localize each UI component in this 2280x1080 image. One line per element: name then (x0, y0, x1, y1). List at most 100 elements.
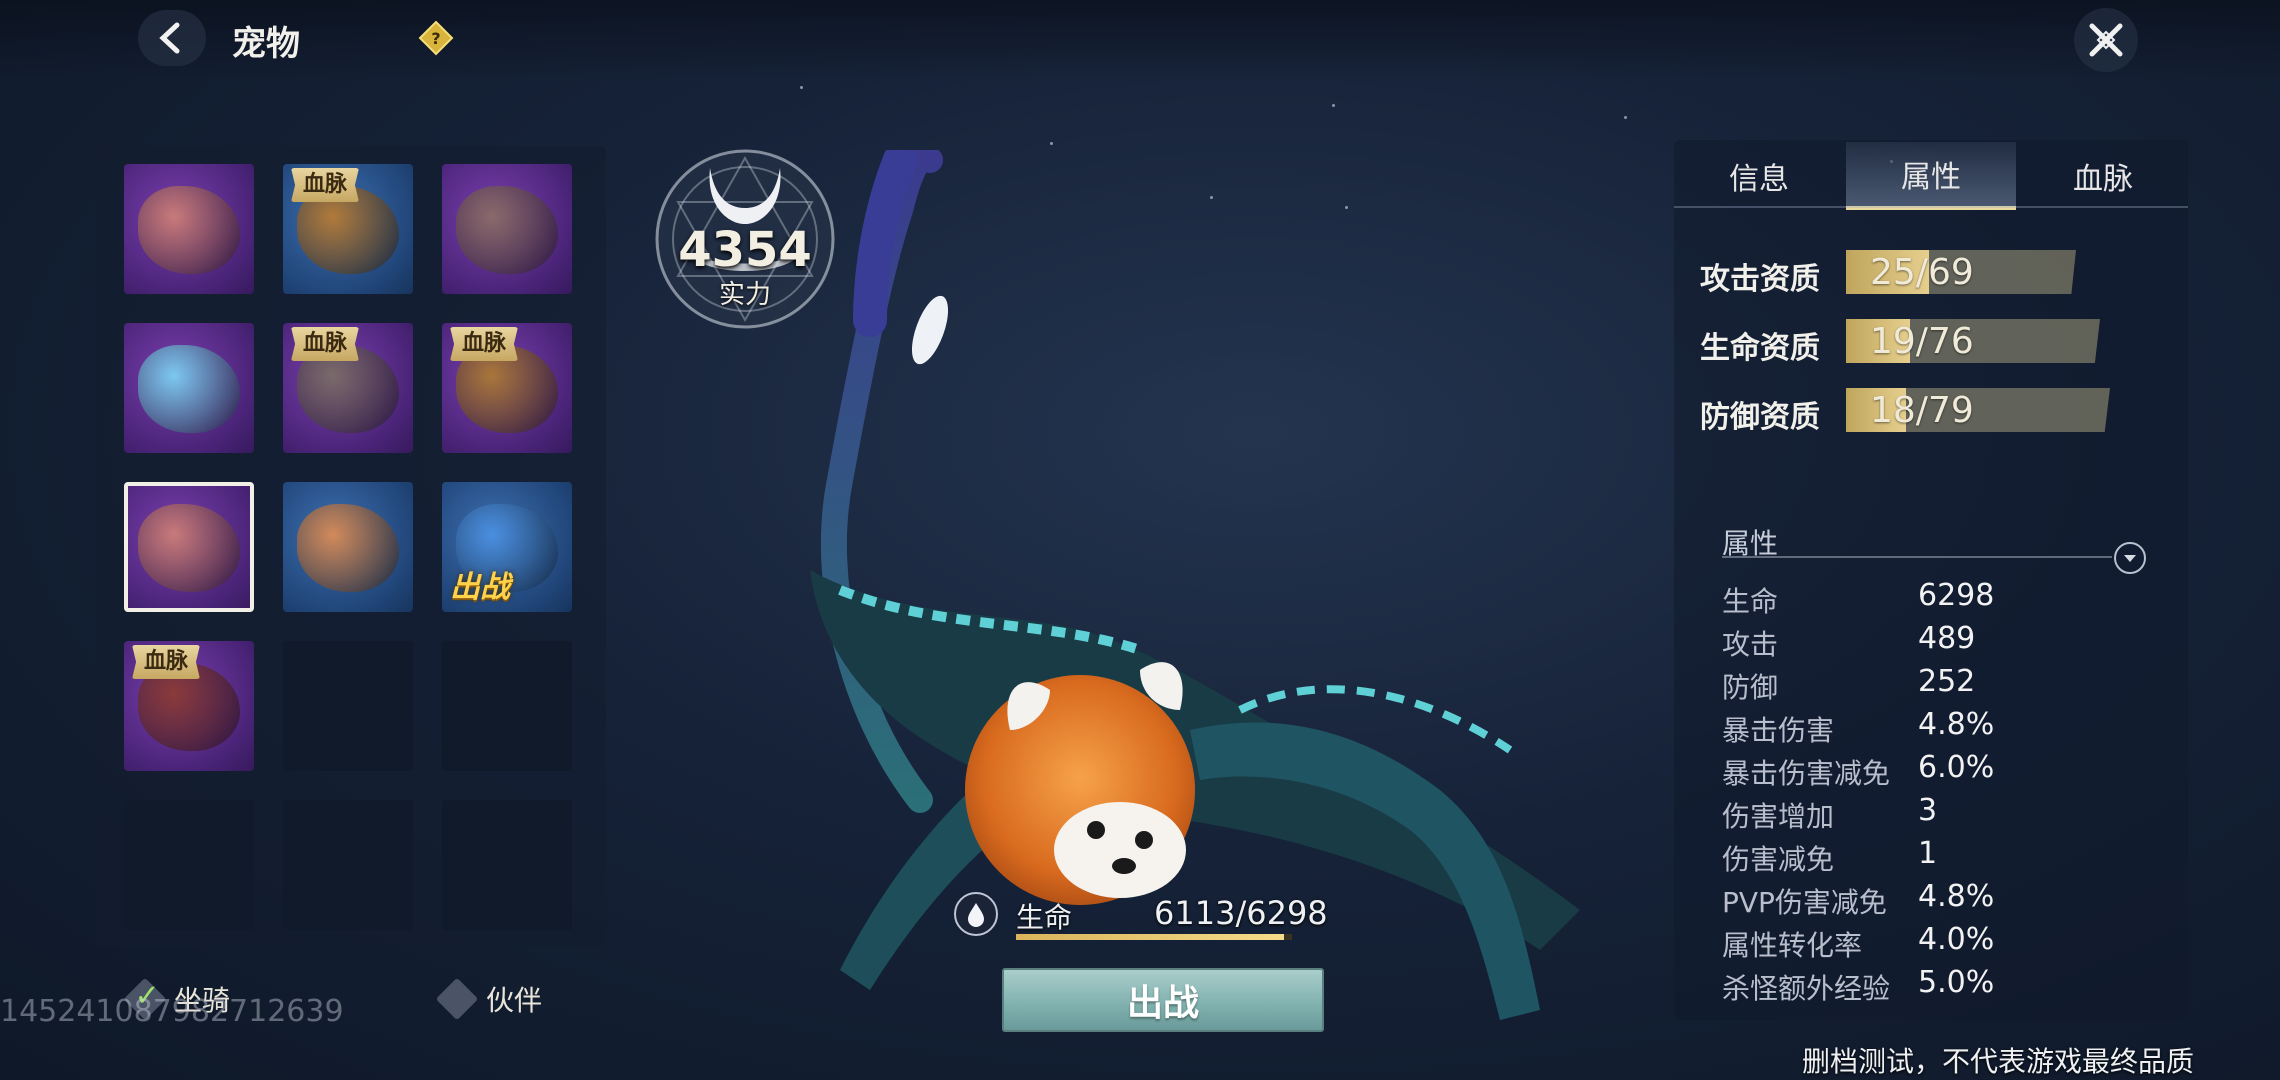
attribute-value: 4.0% (1918, 922, 1995, 957)
attribute-row: 暴击伤害减免 6.0% (1722, 750, 2142, 793)
attribute-value: 3 (1918, 793, 1938, 828)
detail-tabs: 信息 属性 血脉 (1674, 142, 2188, 210)
empty-pet-slot[interactable] (442, 641, 572, 771)
pet-slot[interactable] (124, 323, 254, 453)
hp-value: 6113/6298 (1154, 894, 1328, 932)
hp-label: 生命 (1016, 901, 1073, 934)
aptitude-value: 25/69 (1870, 252, 1974, 293)
back-button[interactable] (138, 10, 206, 66)
aptitude-label: 防御资质 (1700, 400, 1820, 435)
chevron-left-icon (159, 22, 180, 54)
attribute-row: 杀怪额外经验 5.0% (1722, 965, 2142, 1008)
attribute-row: 攻击 489 (1722, 621, 2142, 664)
empty-pet-slot[interactable] (442, 800, 572, 930)
attribute-name: PVP伤害减免 (1722, 886, 1887, 919)
aptitude-label: 生命资质 (1700, 331, 1820, 366)
attribute-value: 5.0% (1918, 965, 1995, 1000)
companion-filter-label: 伙伴 (486, 984, 543, 1017)
attribute-name: 伤害减免 (1722, 843, 1835, 876)
pet-slot[interactable]: 血脉 (124, 641, 254, 771)
attribute-name: 伤害增加 (1722, 800, 1835, 833)
attribute-name: 属性转化率 (1722, 929, 1863, 962)
scorpion-pet-art (138, 186, 240, 274)
companion-filter-toggle[interactable]: 伙伴 (435, 976, 543, 1022)
attribute-name: 暴击伤害 (1722, 714, 1835, 747)
checkbox-diamond-icon (435, 977, 479, 1021)
pet-slot[interactable]: 血脉 (283, 323, 413, 453)
attribute-name: 防御 (1722, 671, 1779, 704)
attribute-row: 伤害增加 3 (1722, 793, 2142, 836)
test-disclaimer: 删档测试，不代表游戏最终品质 (1802, 1045, 2195, 1078)
attribute-value: 6.0% (1918, 750, 1995, 785)
page-title: 宠物 (232, 24, 300, 64)
chevron-down-icon (2124, 555, 2136, 562)
pet-slot[interactable]: 出战 (442, 482, 572, 612)
bloodline-badge: 血脉 (291, 327, 360, 361)
attribute-value: 489 (1918, 621, 1976, 656)
pet-slot[interactable] (442, 164, 572, 294)
empty-pet-slot[interactable] (283, 641, 413, 771)
aptitude-value: 18/79 (1870, 390, 1974, 431)
attribute-list: 生命 6298 攻击 489 防御 252 暴击伤害 4.8% 暴击伤害减免 6.0% 伤害增加 3 伤… (1722, 578, 2142, 1008)
pet-slot[interactable]: 血脉 (283, 164, 413, 294)
attribute-row: 伤害减免 1 (1722, 836, 2142, 879)
close-button[interactable] (2074, 8, 2138, 72)
aptitude-bar: 25/69 (1846, 250, 2076, 294)
diamond-help-icon: ? (418, 20, 454, 56)
aptitude-value: 19/76 (1870, 321, 1974, 362)
aptitude-bar: 19/76 (1846, 319, 2100, 363)
hp-bar-fill (1016, 934, 1284, 940)
attribute-name: 攻击 (1722, 628, 1779, 661)
close-cross-icon (2089, 23, 2123, 57)
hp-bar (1016, 934, 1292, 940)
attributes-divider (1722, 556, 2112, 558)
aptitude-row: 攻击资质 25/69 (1700, 250, 2160, 297)
pet-slot[interactable] (283, 482, 413, 612)
user-id-watermark: 1452410879827​12639 (0, 994, 344, 1029)
attribute-name: 杀怪额外经验 (1722, 972, 1891, 1005)
pet-slot[interactable] (124, 164, 254, 294)
tab-info[interactable]: 信息 (1674, 142, 1844, 210)
bloodline-badge: 血脉 (291, 168, 360, 202)
attribute-value: 4.8% (1918, 879, 1995, 914)
attribute-row: 生命 6298 (1722, 578, 2142, 621)
tab-attributes[interactable]: 属性 (1846, 142, 2016, 210)
svg-text:?: ? (431, 29, 440, 48)
shrimp-pet-art (297, 504, 399, 592)
scorpion-pet-art (138, 504, 240, 592)
pet-slot[interactable]: 血脉 (442, 323, 572, 453)
pet-list-panel: 血脉 血脉 血脉 出战 血脉 (96, 146, 606, 946)
attributes-header: 属性 (1722, 522, 2146, 574)
tab-bloodline[interactable]: 血脉 (2018, 142, 2188, 210)
attribute-value: 252 (1918, 664, 1976, 699)
aptitude-row: 生命资质 19/76 (1700, 319, 2160, 366)
attribute-name: 生命 (1722, 585, 1779, 618)
attribute-value: 6298 (1918, 578, 1995, 613)
aptitude-row: 防御资质 18/79 (1700, 388, 2160, 435)
expand-attributes-button[interactable] (2114, 542, 2146, 574)
help-button[interactable]: ? (418, 20, 454, 56)
attribute-name: 暴击伤害减免 (1722, 757, 1891, 790)
water-drop-icon (954, 892, 998, 936)
attribute-row: 防御 252 (1722, 664, 2142, 707)
pet-slot[interactable] (124, 482, 254, 612)
bloodline-badge: 血脉 (132, 645, 201, 679)
vulture-pet-art (456, 186, 558, 274)
attribute-row: 暴击伤害 4.8% (1722, 707, 2142, 750)
ice-dragon-pet-art (138, 345, 240, 433)
attribute-row: PVP伤害减免 4.8% (1722, 879, 2142, 922)
attribute-value: 1 (1918, 836, 1938, 871)
deploy-battle-button[interactable]: 出战 (1002, 968, 1324, 1032)
aptitude-bar: 18/79 (1846, 388, 2110, 432)
attribute-value: 4.8% (1918, 707, 1995, 742)
empty-pet-slot[interactable] (124, 800, 254, 930)
in-battle-badge: 出战 (450, 570, 510, 605)
pet-hp-indicator: 生命 6113/6298 (954, 884, 1344, 940)
top-bar: 宠物 ? (0, 0, 2280, 80)
attribute-row: 属性转化率 4.0% (1722, 922, 2142, 965)
pet-model-view[interactable] (720, 150, 1720, 1080)
tabs-divider (1674, 206, 2188, 208)
empty-pet-slot[interactable] (283, 800, 413, 930)
aptitude-label: 攻击资质 (1700, 262, 1820, 297)
bloodline-badge: 血脉 (450, 327, 519, 361)
